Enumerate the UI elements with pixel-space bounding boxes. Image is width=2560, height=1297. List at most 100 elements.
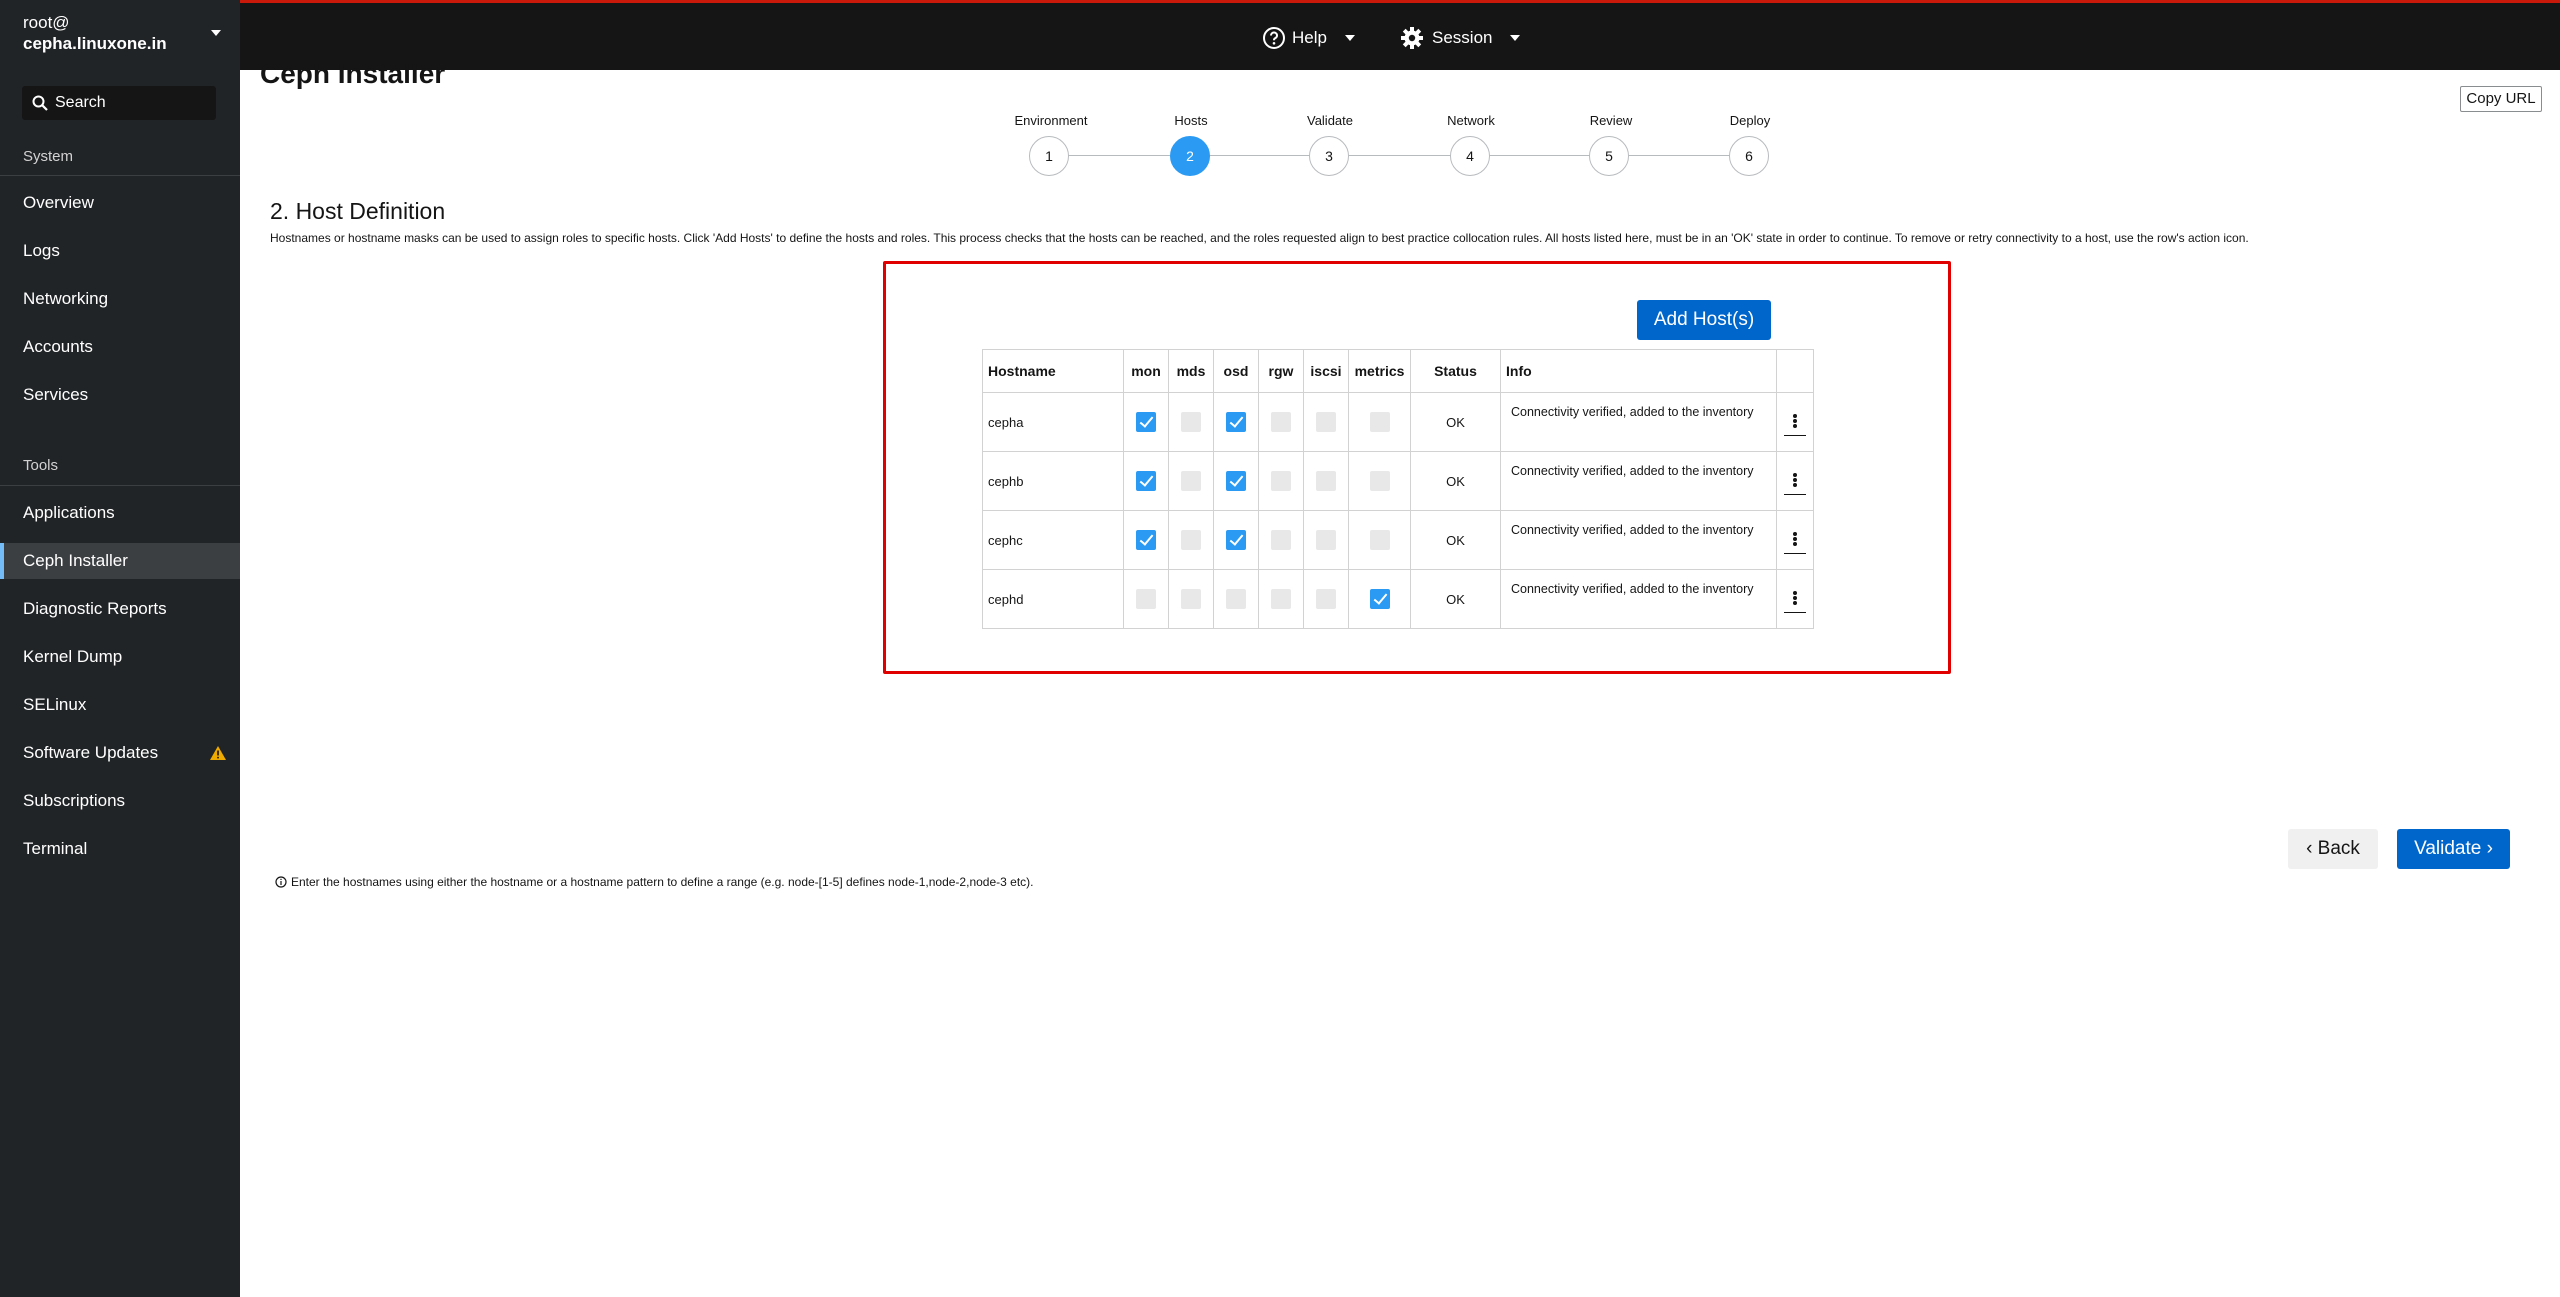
rgw-checkbox[interactable] xyxy=(1271,471,1291,491)
kebab-dot xyxy=(1793,413,1797,418)
section-title: 2. Host Definition xyxy=(270,198,446,224)
table-header-row: Hostname mon mds osd rgw iscsi metrics S… xyxy=(982,349,1814,393)
host-name: cepha.linuxone.in xyxy=(23,34,167,53)
mon-checkbox[interactable] xyxy=(1136,589,1156,609)
kebab-dot xyxy=(1793,595,1797,600)
rgw-checkbox[interactable] xyxy=(1271,530,1291,550)
iscsi-checkbox[interactable] xyxy=(1316,412,1336,432)
sidebar-item-software-updates[interactable]: Software Updates xyxy=(0,735,240,771)
mon-cell xyxy=(1123,451,1169,511)
host-switcher[interactable]: root@ cepha.linuxone.in xyxy=(0,0,240,70)
kebab-dot xyxy=(1793,600,1797,605)
actions-cell xyxy=(1776,451,1814,511)
step-2[interactable]: 2 xyxy=(1170,136,1210,176)
session-menu-button[interactable]: Session xyxy=(1400,23,1521,53)
kebab-menu-icon[interactable] xyxy=(1784,465,1806,495)
column-header-mon: mon xyxy=(1123,349,1169,393)
step-connector xyxy=(1068,155,1170,156)
status-cell: OK xyxy=(1410,392,1501,452)
metrics-checkbox[interactable] xyxy=(1369,530,1390,550)
chevron-down-icon xyxy=(211,30,221,36)
kebab-menu-icon[interactable] xyxy=(1784,406,1806,436)
validate-button[interactable]: Validate › xyxy=(2397,829,2510,869)
step-3[interactable]: 3 xyxy=(1309,136,1349,176)
metrics-cell xyxy=(1348,569,1411,629)
column-header-rgw: rgw xyxy=(1258,349,1304,393)
metrics-cell xyxy=(1348,392,1411,452)
sidebar-item-selinux[interactable]: SELinux xyxy=(0,687,240,723)
metrics-checkbox[interactable] xyxy=(1369,412,1390,432)
sidebar-item-diagnostic-reports[interactable]: Diagnostic Reports xyxy=(0,591,240,627)
rgw-cell xyxy=(1258,510,1304,570)
kebab-menu-icon[interactable] xyxy=(1784,524,1806,554)
step-label-validate: Validate xyxy=(1306,113,1353,128)
sidebar-item-networking[interactable]: Networking xyxy=(0,281,240,317)
iscsi-checkbox[interactable] xyxy=(1316,530,1336,550)
chevron-down-icon xyxy=(1510,35,1521,41)
iscsi-checkbox[interactable] xyxy=(1316,471,1336,491)
section-label-system: System xyxy=(23,148,74,165)
column-header-mds: mds xyxy=(1168,349,1214,393)
metrics-checkbox[interactable] xyxy=(1369,589,1390,609)
rgw-checkbox[interactable] xyxy=(1271,589,1291,609)
table-row: cephd OK Connectivity verified, added to t… xyxy=(982,569,1814,629)
sidebar-item-logs[interactable]: Logs xyxy=(0,233,240,269)
back-button[interactable]: ‹ Back xyxy=(2288,829,2378,869)
host-table: Hostname mon mds osd rgw iscsi metrics S… xyxy=(982,349,1814,629)
osd-checkbox[interactable] xyxy=(1226,471,1246,491)
metrics-checkbox[interactable] xyxy=(1369,471,1390,491)
step-4[interactable]: 4 xyxy=(1450,136,1490,176)
hostname-cell: cephc xyxy=(982,510,1124,570)
mon-checkbox[interactable] xyxy=(1136,471,1156,491)
sidebar-item-accounts[interactable]: Accounts xyxy=(0,329,240,365)
add-host-button[interactable]: Add Host(s) xyxy=(1637,300,1771,340)
osd-cell xyxy=(1213,510,1259,570)
step-1[interactable]: 1 xyxy=(1029,136,1069,176)
sidebar-item-kernel-dump[interactable]: Kernel Dump xyxy=(0,639,240,675)
osd-checkbox[interactable] xyxy=(1226,589,1246,609)
status-cell: OK xyxy=(1410,569,1501,629)
osd-checkbox[interactable] xyxy=(1226,530,1246,550)
divider xyxy=(0,175,240,176)
metrics-cell xyxy=(1348,451,1411,511)
help-menu-button[interactable]: Help xyxy=(1262,23,1355,53)
osd-checkbox[interactable] xyxy=(1226,412,1246,432)
sidebar-item-services[interactable]: Services xyxy=(0,377,240,413)
kebab-dot xyxy=(1793,418,1797,423)
search-input[interactable]: Search xyxy=(22,86,216,120)
rgw-checkbox[interactable] xyxy=(1271,412,1291,432)
step-5[interactable]: 5 xyxy=(1589,136,1629,176)
step-label-hosts: Hosts xyxy=(1174,113,1208,128)
mds-checkbox[interactable] xyxy=(1181,412,1201,432)
sidebar-item-subscriptions[interactable]: Subscriptions xyxy=(0,783,240,819)
mds-checkbox[interactable] xyxy=(1181,589,1201,609)
sidebar-item-terminal[interactable]: Terminal xyxy=(0,831,240,867)
sidebar-item-overview[interactable]: Overview xyxy=(0,185,240,221)
hint-text: Enter the hostnames using either the hos… xyxy=(275,875,1033,889)
user-name: root@ xyxy=(23,13,70,32)
iscsi-checkbox[interactable] xyxy=(1316,589,1336,609)
page-title: Ceph Installer xyxy=(260,58,446,89)
sidebar-item-ceph-installer[interactable]: Ceph Installer xyxy=(0,543,240,579)
kebab-dot xyxy=(1793,477,1797,482)
chevron-down-icon xyxy=(1344,35,1355,41)
column-header-metrics: metrics xyxy=(1348,349,1411,393)
kebab-menu-icon[interactable] xyxy=(1784,583,1806,613)
sidebar-item-applications[interactable]: Applications xyxy=(0,495,240,531)
warning-icon xyxy=(210,746,226,760)
step-connector xyxy=(1209,155,1311,156)
actions-cell xyxy=(1776,569,1814,629)
mds-cell xyxy=(1168,451,1214,511)
mds-checkbox[interactable] xyxy=(1181,530,1201,550)
copy-url-button[interactable]: Copy URL xyxy=(2460,86,2542,112)
mds-cell xyxy=(1168,510,1214,570)
mon-checkbox[interactable] xyxy=(1136,412,1156,432)
mon-checkbox[interactable] xyxy=(1136,530,1156,550)
top-bar: Help Session xyxy=(240,0,2560,70)
step-connector xyxy=(1629,155,1731,156)
kebab-dot xyxy=(1793,590,1797,595)
mds-checkbox[interactable] xyxy=(1181,471,1201,491)
step-6[interactable]: 6 xyxy=(1729,136,1769,176)
kebab-dot xyxy=(1793,482,1797,487)
metrics-cell xyxy=(1348,510,1411,570)
